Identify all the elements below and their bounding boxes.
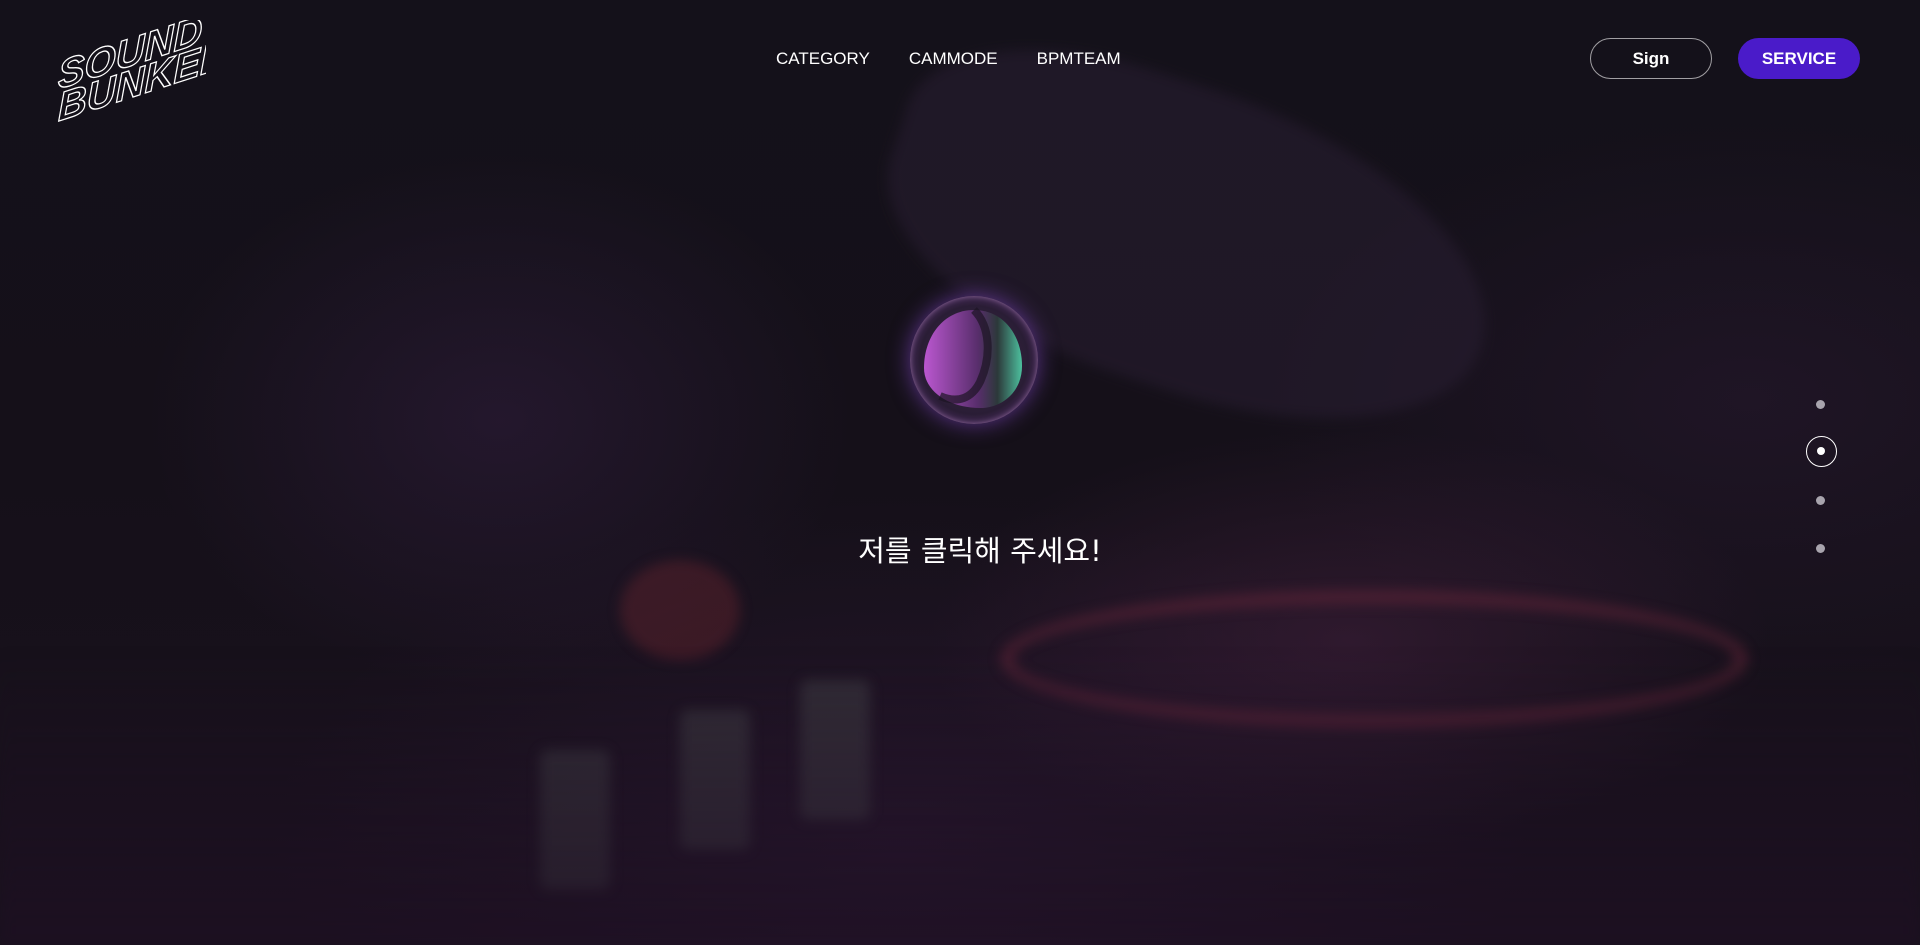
orb-button[interactable] (910, 296, 1038, 424)
background-fader (540, 750, 610, 890)
background-light (620, 560, 740, 660)
service-button[interactable]: SERVICE (1738, 38, 1860, 79)
pagination-dot-active[interactable] (1806, 436, 1837, 467)
logo-wordmark: SOUND BUNKER (57, 6, 230, 131)
pagination-dot[interactable] (1816, 544, 1825, 553)
sign-button[interactable]: Sign (1590, 38, 1712, 79)
main-nav: CATEGORY CAMMODE BPMTEAM (776, 49, 1121, 69)
background-fader (800, 680, 870, 820)
nav-item-bpmteam[interactable]: BPMTEAM (1037, 49, 1121, 69)
pagination-dot[interactable] (1816, 496, 1825, 505)
logo[interactable]: SOUND BUNKER (56, 6, 230, 135)
nav-item-category[interactable]: CATEGORY (776, 49, 870, 69)
click-prompt: 저를 클릭해 주세요! (858, 534, 1102, 568)
nav-item-cammode[interactable]: CAMMODE (909, 49, 998, 69)
page: SOUND BUNKER CATEGORY CAMMODE BPMTEAM Si… (0, 0, 1920, 945)
background-fader (680, 710, 750, 850)
orb-icon (924, 307, 1022, 408)
background-mixer (0, 650, 1920, 945)
background-turntable-ring (1000, 590, 1748, 728)
pagination-dot[interactable] (1816, 400, 1825, 409)
